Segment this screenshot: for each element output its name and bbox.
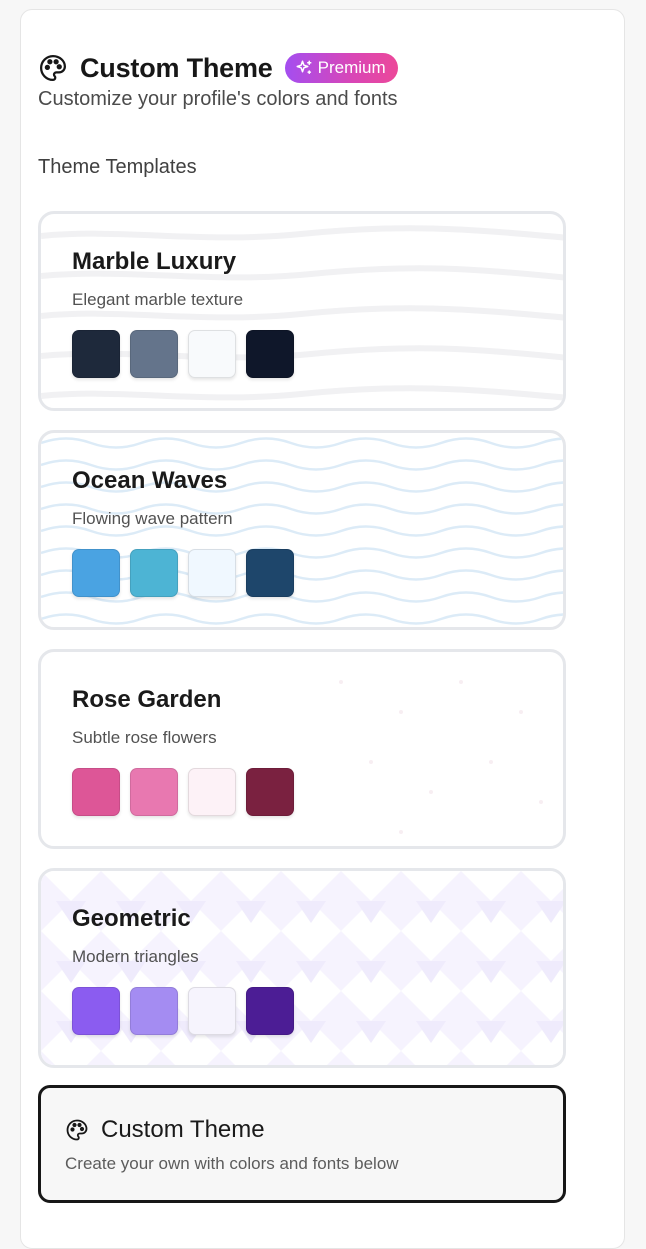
color-swatch [130, 768, 178, 816]
color-swatch [72, 330, 120, 378]
color-swatch [246, 549, 294, 597]
color-swatch [130, 987, 178, 1035]
custom-theme-title: Custom Theme [101, 1116, 265, 1143]
color-swatch [188, 330, 236, 378]
page-title: Custom Theme [80, 52, 273, 83]
color-swatches [72, 768, 294, 816]
template-title: Marble Luxury [72, 248, 237, 275]
color-swatch [246, 768, 294, 816]
template-title: Ocean Waves [72, 467, 228, 494]
panel-header: Custom Theme Premium [38, 44, 398, 92]
template-description: Subtle rose flowers [72, 728, 217, 747]
color-swatches [72, 549, 294, 597]
template-card-marble-luxury[interactable]: Marble Luxury Elegant marble texture [38, 211, 566, 411]
sparkles-icon [296, 60, 312, 74]
color-swatch [246, 330, 294, 378]
template-description: Elegant marble texture [72, 290, 244, 309]
page-subtitle: Customize your profile's colors and font… [38, 88, 398, 110]
color-swatch [246, 987, 294, 1035]
color-swatch [188, 987, 236, 1035]
premium-badge-label: Premium [317, 58, 386, 77]
theme-templates-label: Theme Templates [38, 156, 197, 178]
rose-pattern [339, 680, 543, 834]
template-card-geometric[interactable]: Geometric Modern triangles [38, 868, 566, 1068]
marble-pattern [41, 225, 563, 401]
color-swatch [72, 987, 120, 1035]
template-description: Modern triangles [72, 947, 199, 966]
template-card-rose-garden[interactable]: Rose Garden Subtle rose flowers [38, 649, 566, 849]
color-swatch [72, 549, 120, 597]
color-swatch [188, 768, 236, 816]
color-swatches [72, 987, 294, 1035]
triangle-pattern [41, 871, 563, 1065]
custom-theme-option[interactable]: Custom Theme Create your own with colors… [38, 1085, 566, 1203]
premium-badge: Premium [284, 53, 398, 83]
template-card-ocean-waves[interactable]: Ocean Waves Flowing wave pattern [38, 430, 566, 630]
color-swatch [72, 768, 120, 816]
custom-theme-header: Custom Theme [65, 1116, 265, 1144]
palette-icon [66, 1119, 88, 1141]
template-title: Geometric [72, 905, 191, 932]
palette-icon [40, 55, 66, 81]
wave-pattern [41, 437, 563, 625]
color-swatches [72, 330, 294, 378]
color-swatch [130, 549, 178, 597]
template-description: Flowing wave pattern [72, 509, 233, 528]
color-swatch [130, 330, 178, 378]
template-title: Rose Garden [72, 686, 222, 713]
color-swatch [188, 549, 236, 597]
custom-theme-description: Create your own with colors and fonts be… [65, 1154, 399, 1173]
